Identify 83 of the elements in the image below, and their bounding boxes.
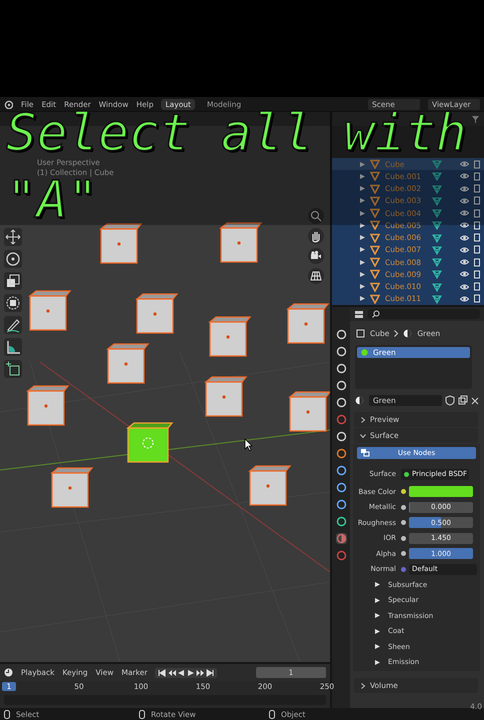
- jump-end-icon[interactable]: [206, 668, 214, 676]
- rotate-icon[interactable]: [4, 250, 22, 268]
- chevron-icon: [394, 330, 398, 337]
- visibility-icon[interactable]: [460, 184, 469, 193]
- cube-drawing[interactable]: [28, 290, 72, 331]
- visibility-icon[interactable]: [460, 258, 469, 266]
- visibility-icon[interactable]: [460, 172, 469, 180]
- prev-keyframe-icon[interactable]: [168, 668, 176, 676]
- cube-drawing[interactable]: [99, 223, 142, 264]
- expand-arrow-icon: [360, 284, 365, 290]
- visibility-icon[interactable]: [460, 234, 469, 242]
- clock-icon[interactable]: [4, 668, 13, 677]
- collapsed-chevron-icon: [360, 416, 366, 422]
- caption-text: Select all with: [6, 111, 467, 157]
- collapsed-chevron-icon: [360, 682, 366, 689]
- mouse-pointer-icon: [244, 438, 253, 451]
- play-reverse-icon[interactable]: [177, 668, 186, 676]
- cube-drawing[interactable]: [50, 467, 94, 508]
- next-keyframe-icon[interactable]: [196, 668, 205, 676]
- duplicate-icon[interactable]: [458, 395, 468, 406]
- visibility-icon[interactable]: [460, 209, 469, 218]
- search-field[interactable]: [368, 309, 480, 319]
- add-cube-icon[interactable]: [4, 360, 22, 378]
- collapsed-triangle-icon: [375, 613, 380, 618]
- expand-arrow-icon: [360, 210, 365, 216]
- cube-drawing[interactable]: [286, 303, 330, 344]
- expand-arrow-icon: [360, 235, 365, 240]
- material-icon: [403, 329, 412, 338]
- move-icon[interactable]: [4, 228, 22, 246]
- visibility-icon[interactable]: [460, 196, 469, 205]
- hand-icon[interactable]: [308, 228, 324, 244]
- cube-drawing[interactable]: [204, 376, 248, 417]
- color-swatch[interactable]: [409, 486, 473, 498]
- expanded-chevron-icon: [360, 432, 366, 438]
- collapsed-triangle-icon: [375, 628, 380, 634]
- nodes-icon: [360, 448, 370, 457]
- expand-arrow-icon: [360, 247, 365, 252]
- visibility-icon[interactable]: [460, 282, 469, 291]
- cube-drawing[interactable]: [135, 293, 178, 334]
- mouse-icon: [269, 710, 275, 718]
- cube-drawing[interactable]: [288, 391, 330, 432]
- expand-arrow-icon: [360, 296, 365, 302]
- mouse-icon: [4, 710, 10, 718]
- collapsed-triangle-icon: [375, 598, 380, 603]
- material-ball-icon: [361, 349, 368, 356]
- collapsed-triangle-icon: [375, 644, 380, 650]
- visibility-icon[interactable]: [460, 270, 469, 278]
- play-icon[interactable]: [186, 668, 196, 676]
- close-icon[interactable]: [471, 396, 479, 404]
- visibility-icon[interactable]: [460, 221, 469, 230]
- caption-text: "A": [6, 179, 98, 223]
- editor-type-icon[interactable]: [354, 310, 364, 318]
- fake-user-shield-icon[interactable]: [445, 395, 455, 406]
- ruler-icon[interactable]: [4, 338, 22, 356]
- material-icon[interactable]: [355, 396, 366, 405]
- active-cube-drawing[interactable]: [126, 422, 174, 463]
- camera-icon[interactable]: [308, 248, 324, 264]
- pencil-icon[interactable]: [4, 316, 22, 334]
- scale-icon[interactable]: [4, 272, 22, 290]
- collapsed-triangle-icon: [375, 582, 380, 588]
- expand-arrow-icon: [360, 162, 365, 167]
- expand-arrow-icon: [360, 186, 365, 192]
- visibility-icon[interactable]: [460, 294, 469, 303]
- cube-drawing[interactable]: [26, 385, 70, 426]
- expand-arrow-icon: [360, 198, 365, 204]
- expand-arrow-icon: [360, 272, 365, 277]
- collapsed-triangle-icon: [375, 660, 380, 665]
- expand-arrow-icon: [360, 174, 365, 179]
- grid-icon[interactable]: [308, 268, 324, 284]
- mouse-icon: [139, 710, 145, 718]
- zoom-icon[interactable]: [308, 208, 324, 224]
- cube-drawing[interactable]: [208, 316, 252, 357]
- filter-icon[interactable]: [471, 114, 480, 124]
- expand-arrow-icon: [360, 260, 365, 265]
- visibility-icon[interactable]: [460, 246, 469, 254]
- expand-arrow-icon: [360, 222, 365, 228]
- cube-drawing[interactable]: [219, 222, 262, 263]
- jump-start-icon[interactable]: [158, 668, 167, 676]
- cube-drawing[interactable]: [248, 465, 292, 506]
- blender-logo-icon: [4, 100, 13, 109]
- transform-icon[interactable]: [4, 294, 22, 312]
- cube-drawing[interactable]: [106, 343, 150, 384]
- search-icon: [372, 310, 380, 318]
